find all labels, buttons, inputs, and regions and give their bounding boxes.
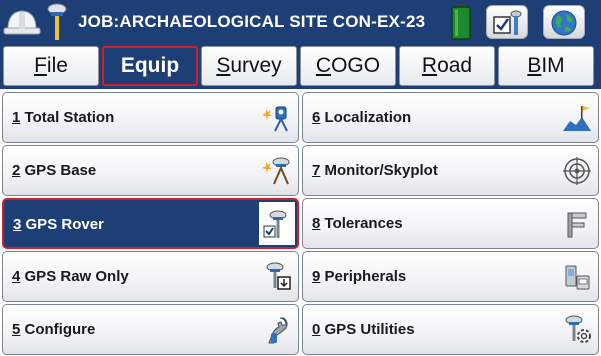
globe-button[interactable] <box>543 5 585 39</box>
menu-item-configure[interactable]: 5 Configure <box>2 304 299 355</box>
total-station-icon <box>262 106 288 132</box>
localization-icon <box>563 106 591 131</box>
gps-utilities-icon <box>565 315 591 343</box>
gps-raw-icon <box>266 262 291 290</box>
hardhat-icon[interactable] <box>3 4 41 40</box>
gps-pole-icon <box>47 3 67 40</box>
title-bar: JOB:ARCHAEOLOGICAL SITE CON-EX-23 <box>0 0 601 44</box>
skyplot-icon <box>563 157 591 185</box>
tab-bar: File Equip Survey C OGO Road B IM <box>0 46 601 88</box>
job-title: JOB:ARCHAEOLOGICAL SITE CON-EX-23 <box>78 12 426 31</box>
tab-road[interactable]: Road <box>399 46 495 86</box>
menu-item-total-station[interactable]: 1 Total Station <box>2 92 299 143</box>
menu-item-gps-utilities[interactable]: 0 GPS Utilities <box>302 304 599 355</box>
tab-cogo[interactable]: C OGO <box>300 46 396 86</box>
map-check-icon <box>493 10 522 35</box>
map-settings-button[interactable] <box>486 5 528 39</box>
globe-icon <box>551 10 577 36</box>
equip-menu-panel: 1 Total Station 2 GPS Base 3 GPS Rover 4 <box>0 89 601 356</box>
tab-survey[interactable]: Survey <box>201 46 297 86</box>
battery-icon <box>451 4 471 40</box>
menu-item-peripherals[interactable]: 9 Peripherals <box>302 251 599 302</box>
menu-item-gps-rover[interactable]: 3 GPS Rover <box>2 198 299 249</box>
menu-item-gps-raw-only[interactable]: 4 GPS Raw Only <box>2 251 299 302</box>
configure-icon <box>268 317 288 344</box>
tab-file[interactable]: File <box>3 46 99 86</box>
menu-item-monitor-skyplot[interactable]: 7 Monitor/Skyplot <box>302 145 599 196</box>
menu-item-localization[interactable]: 6 Localization <box>302 92 599 143</box>
gps-base-icon <box>262 157 290 185</box>
tab-bim[interactable]: B IM <box>498 46 594 86</box>
caliper-icon <box>567 212 587 238</box>
gps-rover-icon <box>263 210 287 238</box>
peripherals-icon <box>565 265 590 290</box>
menu-item-tolerances[interactable]: 8 Tolerances <box>302 198 599 249</box>
tab-equip[interactable]: Equip <box>102 46 198 86</box>
menu-item-gps-base[interactable]: 2 GPS Base <box>2 145 299 196</box>
